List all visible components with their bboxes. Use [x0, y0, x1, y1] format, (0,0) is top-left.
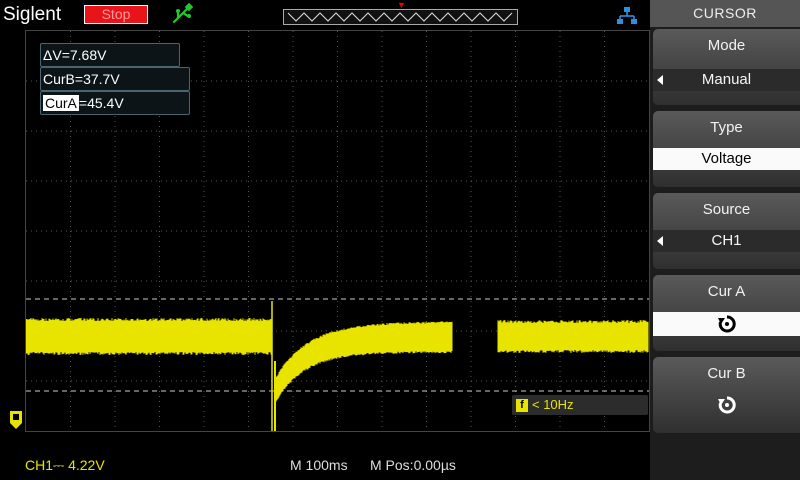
menu-source-label: Source [653, 201, 800, 218]
menu-mode-value[interactable]: Manual [653, 69, 800, 91]
menu-cur-a-label: Cur A [653, 283, 800, 300]
usb-icon [170, 3, 194, 25]
memory-overview-bar [283, 9, 518, 25]
brand-logo: Siglent [3, 4, 61, 26]
menu-type[interactable]: Type Voltage [653, 111, 800, 187]
rotate-knob-icon [717, 314, 737, 334]
menu-source[interactable]: Source CH1 [653, 193, 800, 269]
network-icon [616, 6, 638, 26]
frequency-icon: f [516, 399, 528, 412]
menu-type-value[interactable]: Voltage [653, 148, 800, 170]
cur-a-label: CurA [43, 95, 79, 111]
run-stop-indicator[interactable]: Stop [84, 5, 148, 24]
menu-cur-b[interactable]: Cur B [653, 357, 800, 433]
timebase-readout[interactable]: M 100ms [290, 457, 348, 473]
top-bar: Siglent Stop ▼ [0, 0, 650, 28]
menu-type-label: Type [653, 119, 800, 136]
channel-1-ground-marker-icon[interactable] [10, 411, 22, 429]
trace-band [498, 320, 648, 353]
cur-a-knob-button[interactable] [653, 312, 800, 336]
menu-mode[interactable]: Mode Manual [653, 29, 800, 105]
menu-mode-label: Mode [653, 37, 800, 54]
cur-b-readout: CurB=37.7V [40, 67, 190, 91]
cur-b-value: CurB=37.7V [43, 71, 120, 87]
cur-a-value: =45.4V [79, 95, 124, 111]
menu-title: CURSOR [650, 0, 800, 27]
arrow-left-icon [657, 75, 663, 85]
rotate-knob-icon [717, 395, 737, 415]
cursor-menu: CURSOR Mode Manual Type Voltage Source C… [650, 0, 800, 480]
menu-source-value[interactable]: CH1 [653, 230, 800, 252]
trace-recovery [276, 321, 452, 401]
cur-a-readout: CurA =45.4V [40, 91, 190, 115]
menu-cur-b-label: Cur B [653, 365, 800, 382]
frequency-counter: f < 10Hz [512, 395, 648, 415]
cur-b-knob-button[interactable] [653, 395, 800, 415]
delta-value: ΔV=7.68V [43, 47, 106, 63]
menu-cur-a[interactable]: Cur A [653, 275, 800, 351]
arrow-left-icon [657, 236, 663, 246]
delta-readout: ΔV=7.68V [40, 43, 180, 67]
status-bar: CH1⎓ 4.22V M 100ms M Pos:0.00µs [0, 448, 650, 480]
channel-1-scale[interactable]: CH1⎓ 4.22V [25, 457, 105, 474]
trigger-position-icon: ▼ [397, 0, 406, 10]
overview-waveform [284, 10, 517, 24]
horizontal-position-readout[interactable]: M Pos:0.00µs [370, 457, 456, 473]
trace-band [26, 318, 271, 355]
frequency-value: < 10Hz [532, 397, 574, 412]
